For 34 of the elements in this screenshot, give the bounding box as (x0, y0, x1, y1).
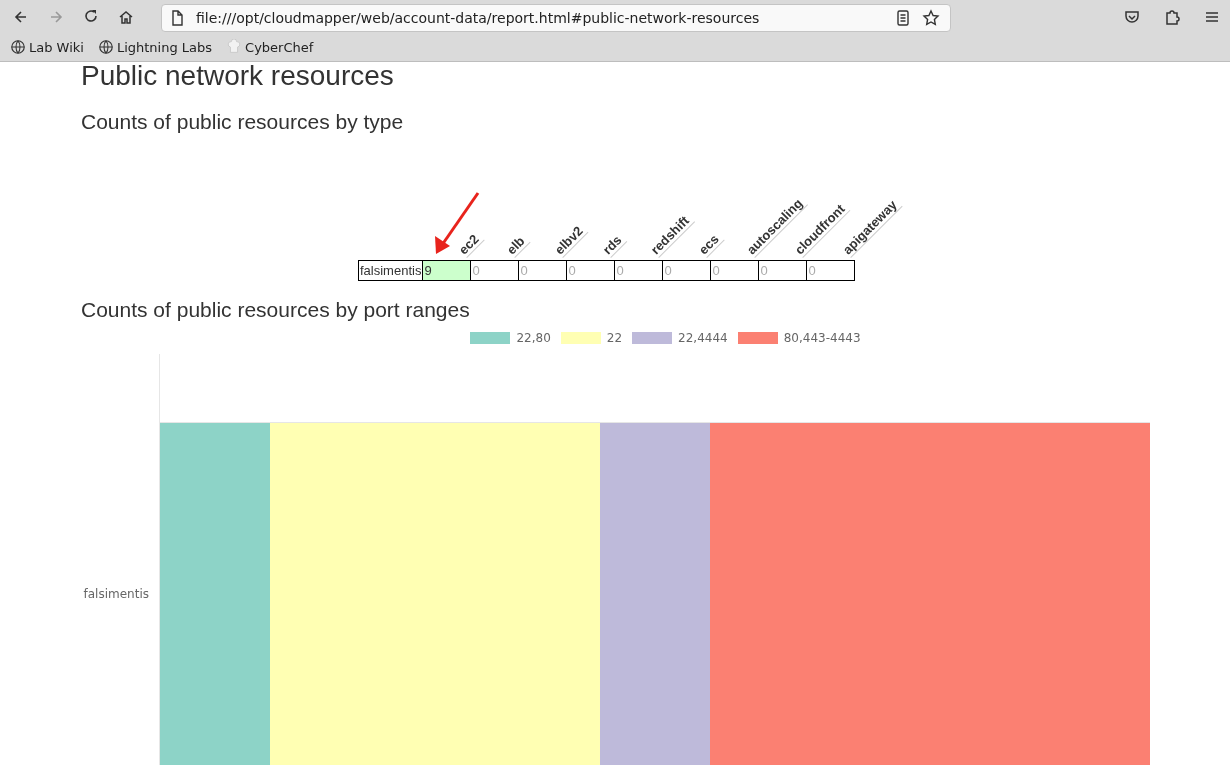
column-header: elb (503, 231, 531, 258)
count-cell: 0 (758, 260, 807, 281)
bookmark-link[interactable]: Lightning Labs (97, 39, 213, 55)
address-bar[interactable]: file:///opt/cloudmapper/web/account-data/report.html#public-network-resources (161, 3, 951, 32)
count-cell: 0 (662, 260, 711, 281)
bookmark-link[interactable]: CyberChef (226, 39, 314, 55)
url-text: file:///opt/cloudmapper/web/account-data/report.html#public-network-resources (196, 9, 761, 26)
count-cell: 0 (518, 260, 567, 281)
reader-view-icon[interactable] (894, 8, 912, 27)
bar-label: falsimentis (83, 587, 149, 601)
count-cell: 0 (566, 260, 615, 281)
legend-label: 80,443-4443 (783, 331, 861, 345)
section-heading: Counts of public resources by port ranges (81, 297, 471, 323)
star-icon[interactable] (922, 8, 940, 27)
legend-label: 22,80 (516, 331, 551, 345)
section-heading: Counts of public resources by type (81, 109, 405, 135)
annotation-arrow (435, 192, 480, 254)
column-header: ecs (695, 229, 725, 258)
column-header: ec2 (455, 229, 485, 258)
count-cell: 0 (470, 260, 519, 281)
column-header: rds (599, 230, 628, 258)
bookmark-link[interactable]: Lab Wiki (10, 39, 84, 55)
count-cell: 9 (422, 260, 471, 281)
page-title: Public network resources (81, 62, 395, 93)
legend-label: 22 (606, 331, 623, 345)
legend-label: 22,4444 (678, 331, 728, 345)
globe-icon (97, 39, 114, 55)
count-cell: 0 (614, 260, 663, 281)
count-cell: 0 (710, 260, 759, 281)
chef-hat-icon (226, 39, 243, 55)
account-cell: falsimentis (358, 260, 423, 281)
count-cell: 0 (806, 260, 855, 281)
globe-icon (10, 39, 26, 55)
extensions-icon[interactable] (1163, 7, 1181, 26)
